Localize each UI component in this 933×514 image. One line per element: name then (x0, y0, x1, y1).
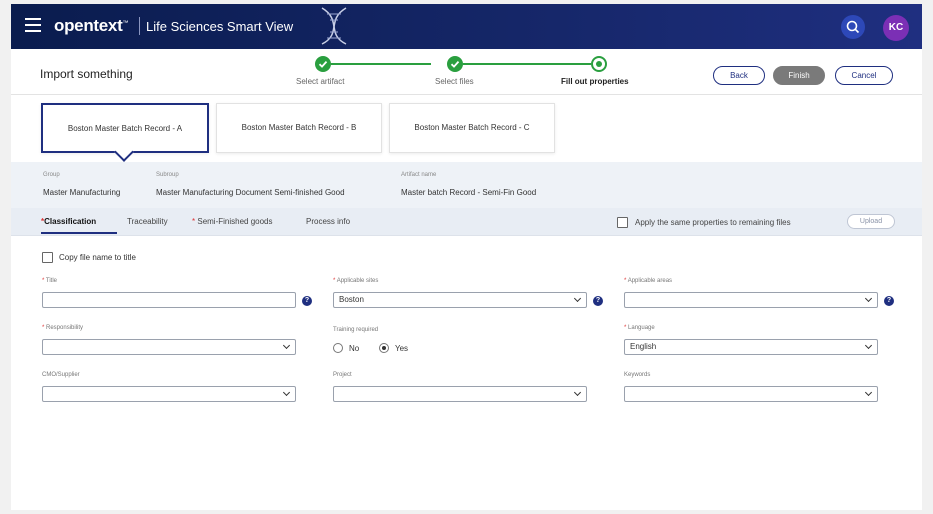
tab-traceability[interactable]: Traceability (127, 217, 168, 226)
applicable-sites-label: * Applicable sites (333, 278, 379, 284)
subgroup-value: Master Manufacturing Document Semi-finis… (156, 188, 345, 197)
step-3-label: Fill out properties (561, 77, 629, 86)
upload-button[interactable]: Upload (847, 214, 895, 229)
step-3-current-icon (591, 56, 607, 72)
user-avatar[interactable]: KC (883, 15, 909, 41)
dna-icon (321, 7, 347, 45)
tab-classification[interactable]: *Classification (41, 217, 96, 226)
training-no-label: No (349, 344, 360, 353)
language-select[interactable]: English (624, 339, 878, 355)
title-input[interactable] (42, 292, 296, 308)
subgroup-label: Subroup (156, 172, 179, 178)
artifact-name-value: Master batch Record - Semi-Fin Good (401, 188, 537, 197)
cmo-supplier-label: CMO/Supplier (42, 372, 80, 378)
title-label: * Title (42, 278, 58, 284)
project-select[interactable] (333, 386, 587, 402)
artifact-tab-a[interactable]: Boston Master Batch Record - A (41, 103, 209, 153)
responsibility-label: * Responsibility (42, 325, 84, 331)
app-window: opentext™ Life Sciences Smart View KC Im… (11, 4, 922, 510)
cmo-supplier-select[interactable] (42, 386, 296, 402)
title-help-icon[interactable]: ? (302, 296, 312, 306)
brand-logo: opentext™ (54, 16, 129, 35)
keywords-select[interactable] (624, 386, 878, 402)
cancel-button[interactable]: Cancel (835, 66, 893, 85)
step-2-check-icon (447, 56, 463, 72)
step-1-check-icon (315, 56, 331, 72)
chevron-down-icon (573, 294, 582, 303)
chevron-down-icon (573, 388, 582, 397)
artifact-tab-b[interactable]: Boston Master Batch Record - B (216, 103, 382, 153)
chevron-down-icon (282, 388, 291, 397)
artifact-name-label: Artifact name (401, 172, 437, 178)
keywords-label: Keywords (624, 372, 651, 378)
artifact-tabs: Boston Master Batch Record - A Boston Ma… (11, 95, 922, 157)
step-1-label: Select artifact (296, 77, 345, 86)
training-yes-radio[interactable] (379, 343, 389, 353)
tab-semi-finished-goods[interactable]: * Semi-Finished goods (192, 217, 273, 226)
artifact-metadata: Group Master Manufacturing Subroup Maste… (11, 162, 922, 208)
copy-filename-checkbox[interactable] (42, 252, 53, 263)
chevron-down-icon (282, 341, 291, 350)
back-button[interactable]: Back (713, 66, 765, 85)
apply-same-checkbox[interactable] (617, 217, 628, 228)
wizard-titlebar: Import something Select artifact Select … (11, 49, 922, 95)
training-required-label: Training required (333, 327, 379, 333)
brand-divider (139, 17, 140, 35)
training-no-radio[interactable] (333, 343, 343, 353)
page-title: Import something (40, 67, 133, 81)
chevron-down-icon (864, 341, 873, 350)
group-label: Group (43, 172, 60, 178)
step-connector (331, 63, 431, 65)
property-tabs: *Classification Traceability * Semi-Fini… (11, 208, 922, 236)
artifact-tab-c[interactable]: Boston Master Batch Record - C (389, 103, 555, 153)
finish-button[interactable]: Finish (773, 66, 825, 85)
sites-help-icon[interactable]: ? (593, 296, 603, 306)
wizard-stepper: Select artifact Select files Fill out pr… (293, 49, 653, 95)
step-connector (463, 63, 591, 65)
chevron-down-icon (864, 294, 873, 303)
search-icon (846, 20, 860, 34)
tab-process-info[interactable]: Process info (306, 217, 350, 226)
training-yes-label: Yes (395, 344, 409, 353)
applicable-areas-label: * Applicable areas (624, 278, 673, 284)
product-name: Life Sciences Smart View (146, 19, 294, 34)
active-tab-indicator (41, 232, 117, 234)
project-label: Project (333, 372, 352, 378)
responsibility-select[interactable] (42, 339, 296, 355)
applicable-areas-select[interactable] (624, 292, 878, 308)
search-button[interactable] (841, 15, 865, 39)
chevron-down-icon (864, 388, 873, 397)
areas-help-icon[interactable]: ? (884, 296, 894, 306)
copy-filename-label: Copy file name to title (59, 253, 136, 262)
step-2-label: Select files (435, 77, 474, 86)
apply-same-label: Apply the same properties to remaining f… (635, 218, 791, 227)
app-header: opentext™ Life Sciences Smart View KC (11, 4, 922, 49)
group-value: Master Manufacturing (43, 188, 121, 197)
applicable-sites-select[interactable]: Boston (333, 292, 587, 308)
language-label: * Language (624, 325, 655, 331)
menu-icon[interactable] (25, 18, 41, 32)
